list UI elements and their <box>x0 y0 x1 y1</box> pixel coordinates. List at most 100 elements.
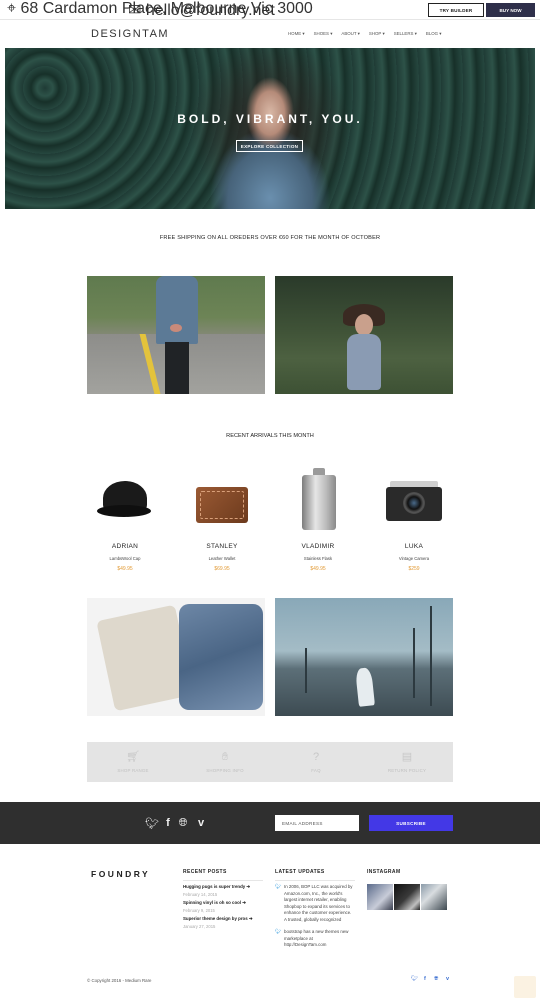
feature-photo-clothes[interactable] <box>87 598 265 716</box>
subscribe-button[interactable]: SUBSCRIBE <box>369 815 453 831</box>
globe-icon[interactable]: 🌐︎ <box>434 976 438 983</box>
product-card-adrian[interactable]: ADRIAN LambsWool Cap $49.95 <box>85 465 165 572</box>
globe-icon[interactable]: 🌐︎ <box>176 816 190 830</box>
document-icon: ▤ <box>401 750 413 763</box>
features-strip: 🛒︎ SHOP RANGE ✋︎ SHOPPING INFO ? FAQ ▤ R… <box>87 742 453 782</box>
product-name[interactable]: VLADIMIR <box>278 543 358 550</box>
vimeo-icon[interactable]: v <box>446 976 449 982</box>
vimeo-icon[interactable]: v <box>194 816 208 830</box>
email-info[interactable]: ✉ hello@foundry.net <box>128 0 275 20</box>
post-title[interactable]: Spinning vinyl is oh so cool ➔ <box>183 900 263 906</box>
product-price: $49.95 <box>117 566 133 572</box>
head-shape <box>355 314 373 336</box>
cap-image[interactable] <box>85 465 165 535</box>
update-item: 🐦︎ bootstrap has a new themes new market… <box>275 929 355 949</box>
recent-posts-heading: RECENT POSTS <box>183 869 263 881</box>
hero-title: BOLD, VIBRANT, YOU. <box>177 112 363 126</box>
post-item[interactable]: Spinning vinyl is oh so cool ➔ February … <box>183 900 263 913</box>
nav-blog[interactable]: BLOG ▾ <box>426 31 442 37</box>
recent-arrivals-title: RECENT ARRIVALS THIS MONTH <box>226 433 314 439</box>
product-desc: LambsWool Cap <box>109 556 141 561</box>
product-desc: Vintage Camera <box>398 556 430 561</box>
feature-return-policy[interactable]: ▤ RETURN POLICY <box>361 742 453 782</box>
email-text[interactable]: hello@foundry.net <box>146 2 275 19</box>
post-title[interactable]: Superior theme design by pros ➔ <box>183 916 263 922</box>
product-price: $69.95 <box>214 566 230 572</box>
feature-shop-range[interactable]: 🛒︎ SHOP RANGE <box>87 742 179 782</box>
wallet-seam-shape <box>200 491 244 519</box>
feature-faq[interactable]: ? FAQ <box>270 742 362 782</box>
camera-lens-shape <box>403 492 425 514</box>
nav-home[interactable]: HOME ▾ <box>288 31 305 37</box>
nav-shoes[interactable]: SHOES ▾ <box>314 31 333 37</box>
twitter-icon[interactable]: 🐦︎ <box>411 976 418 982</box>
feature-photo-railway[interactable] <box>275 598 453 716</box>
product-card-vladimir[interactable]: VLADIMIR Stainless Flask $49.95 <box>278 465 358 572</box>
email-input[interactable]: EMAIL ADDRESS <box>275 815 359 831</box>
product-desc: Leather Wallet <box>208 556 236 561</box>
facebook-icon[interactable]: f <box>161 816 175 830</box>
feature-photo-forest[interactable] <box>275 276 453 394</box>
latest-updates-heading: LATEST UPDATES <box>275 869 355 881</box>
person-hands-shape <box>170 324 182 332</box>
footer-logo[interactable]: FOUNDRY <box>91 869 150 879</box>
person-legs-shape <box>165 342 189 394</box>
instagram-heading: INSTAGRAM <box>367 869 401 875</box>
post-date: February 14, 2015 <box>183 892 218 897</box>
try-builder-button[interactable]: TRY BUILDER <box>428 3 484 17</box>
post-title[interactable]: Hugging pugs is super trendy ➔ <box>183 884 263 890</box>
nav-sellers[interactable]: SELLERS ▾ <box>394 31 417 37</box>
post-item[interactable]: Superior theme design by pros ➔ January … <box>183 916 263 929</box>
flask-image[interactable] <box>278 465 358 535</box>
dress-shape <box>347 334 381 390</box>
product-name[interactable]: STANLEY <box>182 543 262 550</box>
mail-icon: ✉ <box>128 2 142 19</box>
person-jacket-shape <box>156 276 198 344</box>
post-item[interactable]: Hugging pugs is super trendy ➔ February … <box>183 884 263 897</box>
instagram-thumb[interactable] <box>367 884 393 910</box>
feature-label[interactable]: SHOPPING INFO <box>206 768 244 773</box>
product-card-stanley[interactable]: STANLEY Leather Wallet $69.95 <box>182 465 262 572</box>
explore-collection-button[interactable]: EXPLORE COLLECTION <box>236 140 303 152</box>
product-name[interactable]: LUKA <box>374 543 454 550</box>
site-logo[interactable]: DESIGNTAM <box>91 28 169 40</box>
cap-brim-shape <box>97 505 151 517</box>
update-text: In 2006, BOP LLC was acquired by Amazon.… <box>284 884 353 922</box>
feature-shopping-info[interactable]: ✋︎ SHOPPING INFO <box>179 742 271 782</box>
twitter-icon: 🐦︎ <box>275 929 282 935</box>
post-date: January 27, 2015 <box>183 924 216 929</box>
post-date: February 9, 2015 <box>183 908 215 913</box>
copyright-text: © Copyright 2016 - Medium Rare <box>87 978 152 983</box>
pole-shape <box>430 606 432 706</box>
location-icon: ⌖ <box>7 0 17 17</box>
back-to-top-button[interactable] <box>514 976 536 998</box>
twitter-icon: 🐦︎ <box>275 884 282 890</box>
update-item: 🐦︎ In 2006, BOP LLC was acquired by Amaz… <box>275 884 355 924</box>
product-price: $259 <box>408 566 420 572</box>
question-icon: ? <box>312 750 320 763</box>
handshake-icon: ✋︎ <box>221 750 229 763</box>
nav-shop[interactable]: SHOP ▾ <box>369 31 385 37</box>
hero-image <box>5 48 535 209</box>
instagram-thumb[interactable] <box>394 884 420 910</box>
product-card-luka[interactable]: LUKA Vintage Camera $259 <box>374 465 454 572</box>
nav-about[interactable]: ABOUT ▾ <box>341 31 359 37</box>
feature-photo-road[interactable] <box>87 276 265 394</box>
feature-label[interactable]: FAQ <box>311 768 320 773</box>
twitter-icon[interactable]: 🐦︎ <box>145 816 159 830</box>
facebook-icon[interactable]: f <box>424 976 426 982</box>
pole-shape <box>413 628 415 698</box>
buy-now-button[interactable]: BUY NOW <box>486 3 535 17</box>
product-price: $49.95 <box>310 566 326 572</box>
camera-image[interactable] <box>374 465 454 535</box>
subscribe-band <box>0 802 540 844</box>
figure-shape <box>355 667 375 707</box>
instagram-thumb[interactable] <box>421 884 447 910</box>
cart-icon: 🛒︎ <box>126 750 140 763</box>
feature-label[interactable]: SHOP RANGE <box>117 768 148 773</box>
product-name[interactable]: ADRIAN <box>85 543 165 550</box>
main-nav: HOME ▾ SHOES ▾ ABOUT ▾ SHOP ▾ SELLERS ▾ … <box>288 31 442 37</box>
wallet-image[interactable] <box>182 465 262 535</box>
feature-label[interactable]: RETURN POLICY <box>388 768 426 773</box>
flask-shape <box>302 475 336 530</box>
